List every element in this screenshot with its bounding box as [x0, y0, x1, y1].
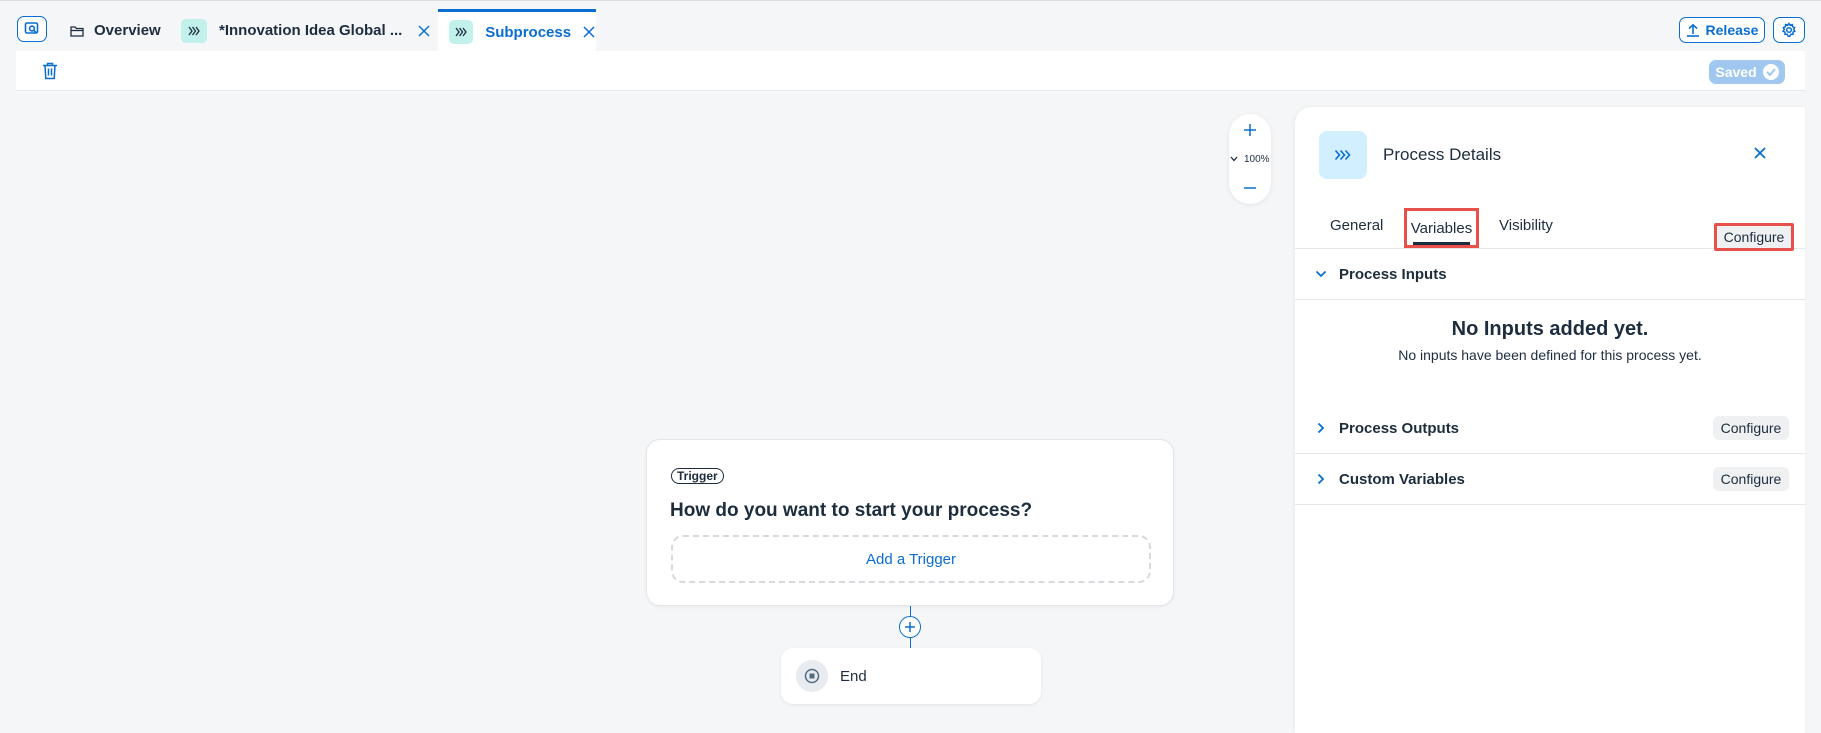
process-outputs-title: Process Outputs [1339, 420, 1460, 437]
tab-visibility[interactable]: Visibility [1499, 207, 1553, 249]
check-icon [1762, 64, 1779, 80]
empty-state-subtitle: No inputs have been defined for this pro… [1398, 347, 1702, 363]
add-trigger-button[interactable]: Add a Trigger [671, 535, 1151, 583]
process-inputs-title: Process Inputs [1339, 266, 1447, 283]
zoom-in-button[interactable] [1242, 122, 1258, 138]
tab-innovation-label: *Innovation Idea Global ... [219, 22, 403, 39]
tab-variables[interactable]: Variables [1404, 208, 1479, 248]
chevron-right-icon[interactable] [1314, 421, 1328, 435]
add-trigger-label: Add a Trigger [865, 550, 957, 568]
configure-label: Configure [1720, 471, 1782, 487]
close-icon[interactable] [1753, 146, 1769, 162]
tab-subprocess-label: Subprocess [485, 23, 572, 41]
top-tab-bar: Overview *Innovation Idea Global ... Sub… [0, 0, 1821, 52]
stop-icon [796, 660, 828, 692]
editor-toolbar: Saved [16, 51, 1805, 91]
chevron-down-icon [1230, 156, 1238, 162]
configure-inputs-button[interactable]: Configure [1714, 223, 1794, 251]
tab-subprocess[interactable]: Subprocess [438, 9, 596, 52]
configure-outputs-button[interactable]: Configure [1713, 416, 1789, 440]
tab-overview-label: Overview [94, 22, 161, 39]
chevrons-right-icon [181, 18, 207, 43]
close-icon[interactable] [581, 24, 596, 40]
release-button[interactable]: Release [1679, 17, 1765, 43]
tab-general[interactable]: General [1330, 207, 1383, 249]
trigger-question: How do you want to start your process? [670, 500, 1033, 521]
close-icon[interactable] [416, 23, 432, 39]
zoom-control: 100% [1229, 114, 1271, 204]
zoom-level-value: 100% [1244, 153, 1270, 165]
empty-state-title: No Inputs added yet. [1451, 318, 1649, 340]
trash-icon[interactable] [42, 62, 60, 81]
process-details-panel: Process Details General Variables Visibi… [1295, 107, 1805, 733]
plus-icon [1242, 122, 1258, 138]
saved-label: Saved [1715, 64, 1757, 80]
gear-icon [1781, 22, 1797, 38]
configure-custom-button[interactable]: Configure [1713, 467, 1789, 491]
add-step-button[interactable] [899, 616, 921, 638]
trigger-badge: Trigger [671, 468, 724, 484]
tab-overview[interactable]: Overview [62, 9, 172, 52]
tab-innovation-idea[interactable]: *Innovation Idea Global ... [176, 9, 438, 52]
custom-variables-section: Custom Variables Configure [1295, 454, 1805, 505]
settings-button[interactable] [1773, 17, 1805, 43]
search-icon [24, 21, 40, 37]
process-inputs-section: Process Inputs [1295, 249, 1805, 300]
minus-icon [1242, 180, 1258, 196]
zoom-out-button[interactable] [1242, 180, 1258, 196]
release-label: Release [1705, 22, 1759, 38]
end-label: End [840, 667, 867, 685]
custom-variables-title: Custom Variables [1339, 471, 1465, 488]
panel-title: Process Details [1383, 145, 1502, 164]
chevrons-right-icon [449, 20, 474, 44]
plus-icon [904, 621, 916, 633]
chevron-down-icon[interactable] [1314, 267, 1328, 281]
saved-status-badge: Saved [1709, 60, 1785, 84]
configure-label: Configure [1723, 229, 1785, 245]
zoom-level-select[interactable]: 100% [1229, 152, 1271, 166]
end-node[interactable]: End [781, 648, 1041, 704]
upload-icon [1686, 23, 1700, 37]
chevrons-right-icon [1319, 131, 1367, 179]
chevron-right-icon[interactable] [1314, 472, 1328, 486]
trigger-card: Trigger How do you want to start your pr… [646, 439, 1174, 606]
process-outputs-section: Process Outputs Configure [1295, 403, 1805, 454]
folder-icon [70, 25, 84, 37]
configure-label: Configure [1720, 420, 1782, 436]
search-button[interactable] [17, 16, 47, 42]
